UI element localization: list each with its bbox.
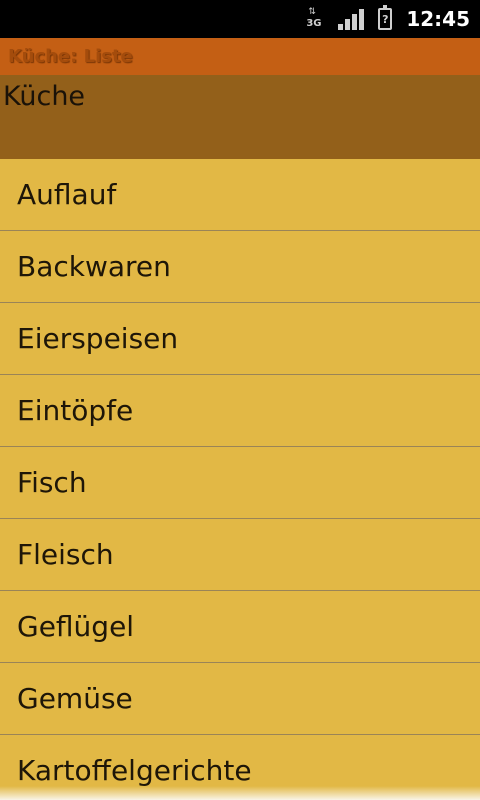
list-item-auflauf[interactable]: Auflauf xyxy=(0,159,480,231)
list-item-label: Eintöpfe xyxy=(17,394,134,427)
list-item-eierspeisen[interactable]: Eierspeisen xyxy=(0,303,480,375)
list-item-fisch[interactable]: Fisch xyxy=(0,447,480,519)
list-item-gefluegel[interactable]: Geflügel xyxy=(0,591,480,663)
battery-unknown-icon: ? xyxy=(378,5,393,30)
list-item-label: Gemüse xyxy=(17,682,133,715)
list-item-eintoepfe[interactable]: Eintöpfe xyxy=(0,375,480,447)
list-item-label: Eierspeisen xyxy=(17,322,179,355)
list-item-gemuese[interactable]: Gemüse xyxy=(0,663,480,735)
status-bar: ⇅ 3G ? 12:45 xyxy=(0,0,480,38)
signal-strength-icon xyxy=(338,8,365,30)
category-header: Küche xyxy=(0,75,480,159)
status-clock: 12:45 xyxy=(406,7,470,31)
list-item-label: Fisch xyxy=(17,466,87,499)
list-item-label: Auflauf xyxy=(17,178,117,211)
list-item-label: Fleisch xyxy=(17,538,114,571)
list-item-backwaren[interactable]: Backwaren xyxy=(0,231,480,303)
network-3g-icon: ⇅ 3G xyxy=(306,7,322,29)
title-bar: Küche: Liste xyxy=(0,38,480,75)
list-item-fleisch[interactable]: Fleisch xyxy=(0,519,480,591)
battery-symbol: ? xyxy=(382,12,389,26)
network-type-label: 3G xyxy=(306,18,322,29)
status-icons: ⇅ 3G ? xyxy=(306,5,393,30)
list-item-label: Backwaren xyxy=(17,250,171,283)
list-item-label: Kartoffelgerichte xyxy=(17,754,252,787)
list-item-label: Geflügel xyxy=(17,610,135,643)
list-item-kartoffelgerichte[interactable]: Kartoffelgerichte xyxy=(0,735,480,800)
app-title: Küche: Liste xyxy=(8,46,133,67)
category-list[interactable]: Auflauf Backwaren Eierspeisen Eintöpfe F… xyxy=(0,159,480,800)
category-header-label: Küche xyxy=(3,81,86,112)
